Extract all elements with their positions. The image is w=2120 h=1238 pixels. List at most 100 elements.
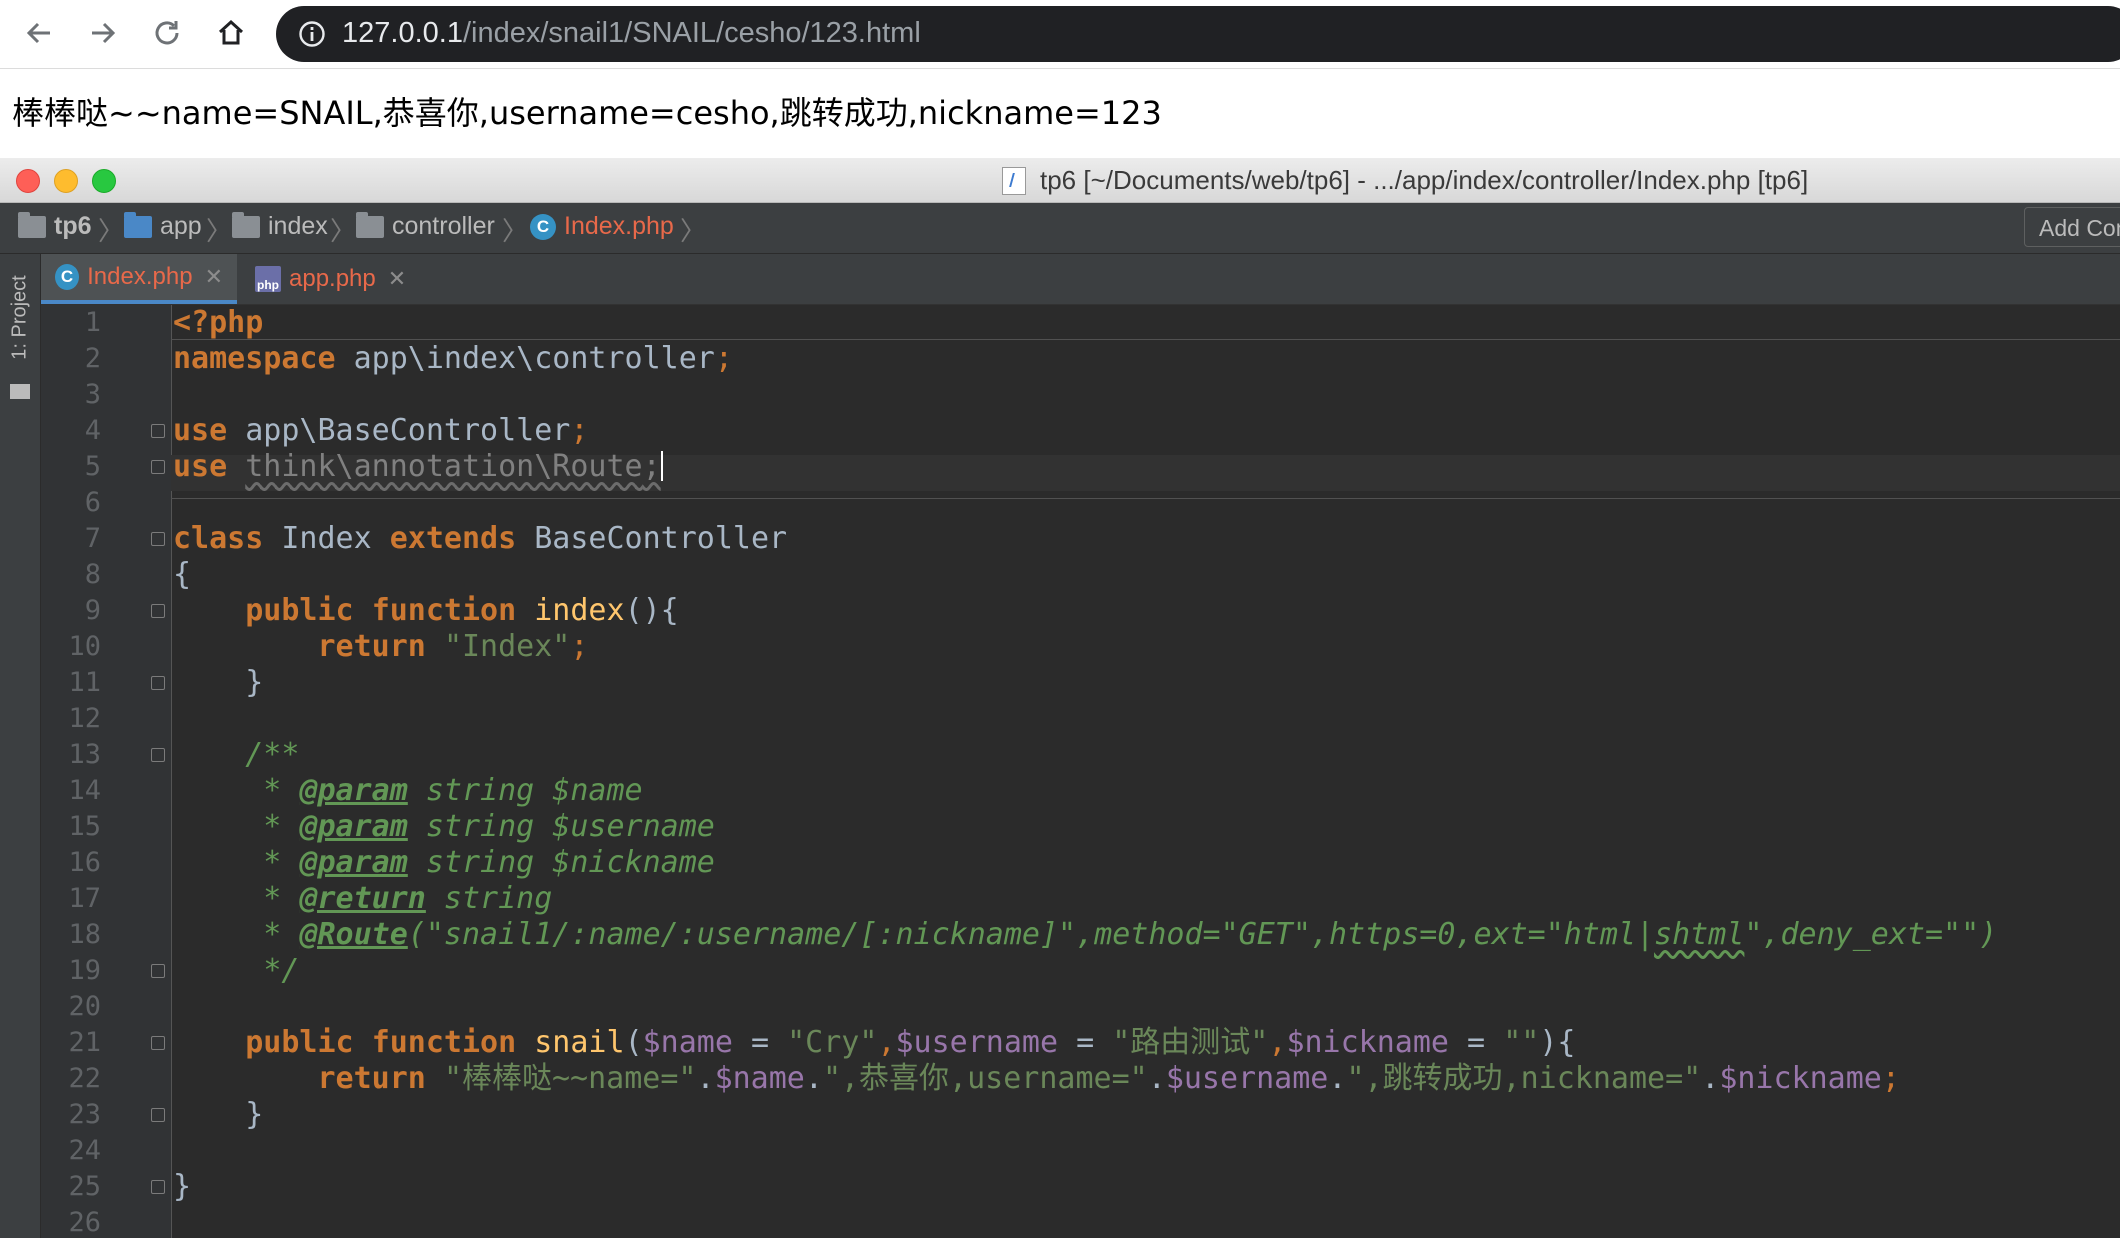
code-line-22[interactable]: return "棒棒哒~~name=".$name.",恭喜你,username…: [173, 1061, 1900, 1097]
line-number: 10: [68, 631, 101, 662]
info-icon[interactable]: [298, 20, 326, 48]
close-window-button[interactable]: [16, 169, 40, 193]
code-line-1[interactable]: <?php: [173, 305, 263, 341]
breadcrumb-label: controller: [392, 212, 495, 240]
breadcrumb-item-tp6[interactable]: tp6: [18, 211, 92, 241]
editor-tab-bar: C Index.php ✕ php app.php ✕: [41, 254, 2120, 305]
add-configuration-button[interactable]: Add Con: [2024, 207, 2120, 247]
line-number: 13: [68, 739, 101, 770]
folder-icon: [124, 211, 152, 238]
breadcrumb-label: index: [268, 212, 328, 240]
php-class-icon: C: [55, 264, 80, 290]
url-path: /index/snail1/SNAIL/cesho/123.html: [462, 17, 921, 49]
tab-index-php[interactable]: C Index.php ✕: [41, 254, 237, 304]
chevron-right-icon: 〉: [680, 216, 707, 246]
code-line-17[interactable]: * @return string: [173, 881, 552, 917]
tab-app-php[interactable]: php app.php ✕: [241, 254, 437, 304]
fold-marker-icon[interactable]: [151, 1036, 165, 1050]
project-tool-tab[interactable]: 1: Project: [6, 266, 34, 376]
chevron-right-icon: 〉: [206, 216, 233, 246]
line-number: 6: [84, 487, 101, 518]
fold-marker-icon[interactable]: [151, 424, 165, 438]
forward-button[interactable]: [80, 10, 126, 56]
breadcrumb: tp6 〉 app 〉 index 〉 controller 〉 C Index.…: [0, 203, 2120, 254]
fold-marker-icon[interactable]: [151, 532, 165, 546]
line-number: 22: [68, 1063, 101, 1094]
line-number: 18: [68, 919, 101, 950]
breadcrumb-item-controller[interactable]: controller: [356, 211, 495, 241]
line-number: 5: [84, 451, 101, 482]
reload-icon: [155, 21, 179, 45]
line-number: 4: [84, 415, 101, 446]
home-icon: [218, 19, 244, 45]
window-title: tp6 [~/Documents/web/tp6] - .../app/inde…: [1040, 165, 1809, 195]
reload-button[interactable]: [144, 10, 190, 56]
code-line-8[interactable]: {: [173, 557, 191, 593]
code-line-21[interactable]: public function snail($name = "Cry",$use…: [173, 1025, 1575, 1061]
code-line-4[interactable]: use app\BaseController;: [173, 413, 588, 449]
chevron-right-icon: 〉: [502, 216, 529, 246]
breadcrumb-item-index[interactable]: index: [232, 211, 328, 241]
code-line-5[interactable]: use think\annotation\Route;: [173, 449, 663, 485]
line-number: 2: [84, 343, 101, 374]
code-line-19[interactable]: */: [173, 953, 299, 989]
ide-title-bar: tp6 [~/Documents/web/tp6] - .../app/inde…: [0, 158, 2120, 203]
line-number: 3: [84, 379, 101, 410]
code-line-7[interactable]: class Index extends BaseController: [173, 521, 787, 557]
line-number: 23: [68, 1099, 101, 1130]
url-text[interactable]: 127.0.0.1/index/snail1/SNAIL/cesho/123.h…: [342, 17, 921, 50]
project-tab-label: 1: Project: [8, 275, 31, 360]
breadcrumb-label: tp6: [54, 212, 92, 240]
code-line-14[interactable]: * @param string $name: [173, 773, 642, 809]
address-bar[interactable]: 127.0.0.1/index/snail1/SNAIL/cesho/123.h…: [276, 6, 2120, 62]
fold-marker-icon[interactable]: [151, 676, 165, 690]
tool-window-strip: 1: Project: [0, 254, 41, 1238]
fold-marker-icon[interactable]: [151, 748, 165, 762]
line-number: 26: [68, 1207, 101, 1238]
code-line-13[interactable]: /**: [173, 737, 299, 773]
code-line-16[interactable]: * @param string $nickname: [173, 845, 715, 881]
folder-icon: [18, 211, 46, 238]
close-icon[interactable]: ✕: [205, 264, 223, 290]
line-number: 12: [68, 703, 101, 734]
code-line-18[interactable]: * @Route("snail1/:name/:username/[:nickn…: [173, 917, 1997, 953]
back-button[interactable]: [16, 10, 62, 56]
browser-toolbar: 127.0.0.1/index/snail1/SNAIL/cesho/123.h…: [0, 0, 2120, 69]
page-response-text: 棒棒哒~~name=SNAIL,恭喜你,username=cesho,跳转成功,…: [12, 94, 1162, 132]
arrow-left-icon: [26, 22, 50, 44]
minimize-window-button[interactable]: [54, 169, 78, 193]
line-number: 11: [68, 667, 101, 698]
ide-window: tp6 [~/Documents/web/tp6] - .../app/inde…: [0, 158, 2120, 1238]
folder-icon: [232, 211, 260, 238]
text-cursor: [660, 451, 663, 481]
line-number: 8: [84, 559, 101, 590]
tab-label: app.php: [289, 265, 376, 292]
breadcrumb-item-index-php[interactable]: C Index.php: [530, 212, 674, 241]
fold-marker-icon[interactable]: [151, 1108, 165, 1122]
line-number: 17: [68, 883, 101, 914]
fold-marker-icon[interactable]: [151, 964, 165, 978]
line-number: 7: [84, 523, 101, 554]
close-icon[interactable]: ✕: [388, 266, 406, 292]
line-number: 19: [68, 955, 101, 986]
zoom-window-button[interactable]: [92, 169, 116, 193]
code-editor[interactable]: 1 2 3 4 5 6 7 8 9 10 11 12 13 14 15 16 17 18 19 20 21 22 23 24 2…: [41, 305, 2120, 1238]
line-number: 25: [68, 1171, 101, 1202]
file-icon: [1002, 167, 1026, 195]
line-number: 9: [84, 595, 101, 626]
code-line-9[interactable]: public function index(){: [173, 593, 679, 629]
fold-marker-icon[interactable]: [151, 604, 165, 618]
code-line-15[interactable]: * @param string $username: [173, 809, 715, 845]
code-line-25[interactable]: }: [173, 1169, 191, 1205]
fold-marker-icon[interactable]: [151, 460, 165, 474]
breadcrumb-item-app[interactable]: app: [124, 211, 202, 241]
code-line-10[interactable]: return "Index";: [173, 629, 589, 665]
code-line-23[interactable]: }: [173, 1097, 263, 1133]
fold-marker-icon[interactable]: [151, 1180, 165, 1194]
fold-gutter: [161, 305, 172, 1238]
tab-label: Index.php: [87, 263, 193, 290]
home-button[interactable]: [208, 10, 254, 56]
code-line-11[interactable]: }: [173, 665, 263, 701]
chevron-right-icon: 〉: [98, 216, 125, 246]
code-line-2[interactable]: namespace app\index\controller;: [173, 341, 733, 377]
